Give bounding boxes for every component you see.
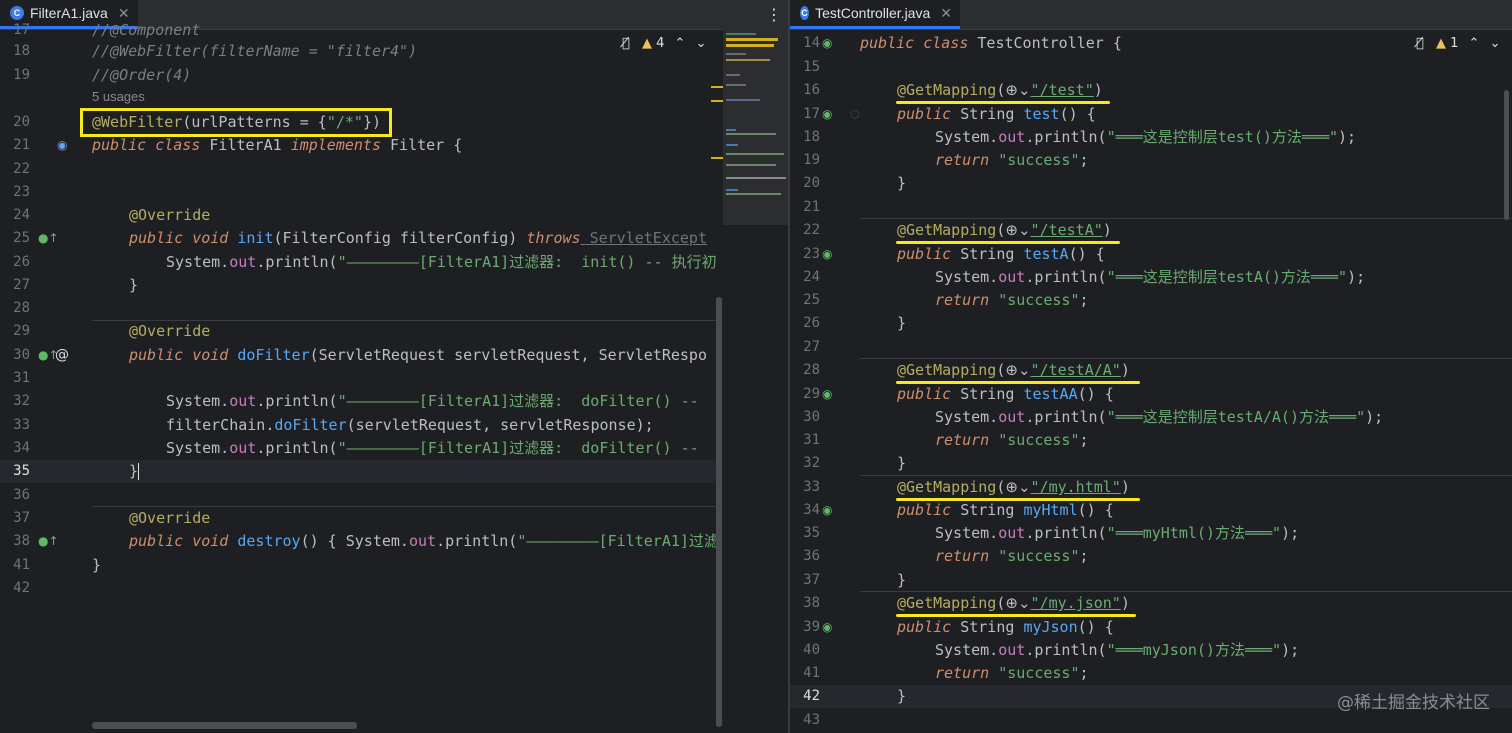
code-line: 14 ◉ public class TestController { xyxy=(790,32,1512,55)
warning-marker[interactable] xyxy=(711,100,723,102)
code-line: 25 return "success"; xyxy=(803,291,1089,309)
code-line: 25 ●↑ public void init(FilterConfig filt… xyxy=(0,227,788,250)
endpoint-icon[interactable]: ◉ xyxy=(822,616,832,639)
highlight-box-webfilter xyxy=(80,108,392,137)
code-line: 33 @GetMapping(⊕⌄"/my.html") xyxy=(803,478,1130,496)
code-line: 16 @GetMapping(⊕⌄"/test") xyxy=(803,81,1103,99)
code-line: 38 ●↑ public void destroy() { System.out… xyxy=(0,530,788,553)
code-line: 39 ◉ public String myJson() { xyxy=(790,616,1512,639)
code-line: 22 @GetMapping(⊕⌄"/testA") xyxy=(803,221,1112,239)
watermark: @稀土掘金技术社区 xyxy=(1337,693,1490,713)
globe-icon[interactable]: ⊕⌄ xyxy=(1005,221,1030,239)
code-line: 26 System.out.println("————————[FilterA1… xyxy=(13,253,717,271)
code-line: 38 @GetMapping(⊕⌄"/my.json") xyxy=(803,594,1130,612)
close-icon[interactable]: ✕ xyxy=(940,5,952,22)
highlight-underline xyxy=(896,101,1110,104)
java-class-icon: C xyxy=(800,6,810,20)
java-class-icon: C xyxy=(10,6,24,20)
code-line: 34 ◉ public String myHtml() { xyxy=(790,499,1512,522)
globe-icon[interactable]: ⊕⌄ xyxy=(1005,478,1030,496)
warning-marker[interactable] xyxy=(711,157,723,159)
code-line: 33 filterChain.doFilter(servletRequest, … xyxy=(13,416,654,434)
code-line: 34 System.out.println("————————[FilterA1… xyxy=(13,439,699,457)
minimap[interactable] xyxy=(723,29,788,225)
code-line: 30 ●↑ @ public void doFilter(ServletRequ… xyxy=(0,344,788,367)
spring-bean-icon[interactable]: ◉ xyxy=(822,32,832,55)
at-gutter-icon[interactable]: @ xyxy=(55,344,69,367)
horizontal-scrollbar[interactable] xyxy=(92,722,357,729)
code-line: 31 return "success"; xyxy=(803,431,1089,449)
text-caret xyxy=(138,463,139,480)
globe-icon[interactable]: ⊕⌄ xyxy=(1005,594,1030,612)
usages-hint[interactable]: 5 usages xyxy=(0,88,788,106)
endpoint-icon[interactable]: ◉ xyxy=(822,499,832,522)
code-line: 19 //@Order(4) xyxy=(13,66,192,84)
code-line: 32 } xyxy=(803,454,907,472)
globe-icon[interactable]: ⊕⌄ xyxy=(1005,361,1030,379)
code-line: 37 } xyxy=(803,571,907,589)
code-line: 27 } xyxy=(13,276,139,294)
code-line: 18 System.out.println("═══这是控制层test()方法═… xyxy=(803,128,1357,146)
editor-pane-filter: C FilterA1.java ✕ ⋮ 👁̸ ▲ 4 ⌃ ⌄ 17 //@Com… xyxy=(0,0,790,733)
code-line: 26 } xyxy=(803,314,907,332)
code-line: 37 @Override xyxy=(13,509,211,527)
code-line: 32 System.out.println("————————[FilterA1… xyxy=(13,392,699,410)
vertical-scrollbar[interactable] xyxy=(716,297,722,727)
code-line: 41 return "success"; xyxy=(803,664,1089,682)
code-line: 36 return "success"; xyxy=(803,547,1089,565)
code-line: 35 System.out.println("═══myHtml()方法═══"… xyxy=(803,524,1300,542)
globe-icon[interactable]: ⊕⌄ xyxy=(1005,81,1030,99)
code-line: 29 ◉ public String testAA() { xyxy=(790,383,1512,406)
code-line: 24 System.out.println("═══这是控制层testA()方法… xyxy=(803,268,1366,286)
endpoint-icon[interactable]: ◉ xyxy=(822,383,832,406)
endpoint-icon[interactable]: ◉ xyxy=(822,243,832,266)
code-line-current: 35 } xyxy=(13,462,139,480)
code-line: 24 @Override xyxy=(13,206,211,224)
code-line: 19 return "success"; xyxy=(803,151,1089,169)
code-line: 23 ◉ public String testA() { xyxy=(790,243,1512,266)
tab-testcontroller[interactable]: C TestController.java ✕ xyxy=(790,0,960,29)
tab-label: TestController.java xyxy=(815,5,931,21)
warning-marker[interactable] xyxy=(711,86,723,88)
highlight-underline xyxy=(896,381,1140,384)
highlight-underline xyxy=(896,614,1136,617)
highlight-underline xyxy=(896,498,1140,501)
code-line: 41 } xyxy=(13,556,102,574)
editor-tab-bar: C TestController.java ✕ xyxy=(790,0,1512,30)
code-line: 40 System.out.println("═══myJson()方法═══"… xyxy=(803,641,1300,659)
override-gutter-icon[interactable]: ●↑ xyxy=(38,530,59,553)
code-line: 20 } xyxy=(803,174,907,192)
code-line: 21 ◉ public class FilterA1 implements Fi… xyxy=(0,134,788,157)
code-line: 28 @GetMapping(⊕⌄"/testA/A") xyxy=(803,361,1130,379)
endpoint-icon[interactable]: ◉ xyxy=(822,103,832,126)
vertical-scrollbar[interactable] xyxy=(1504,90,1509,220)
code-line: 30 System.out.println("═══这是控制层testA/A()… xyxy=(803,408,1384,426)
override-gutter-icon[interactable]: ●↑ xyxy=(38,227,59,250)
code-line: 17 ◉ ⬡ public String test() { xyxy=(790,103,1512,126)
implement-gutter-icon[interactable]: ◉ xyxy=(57,134,67,157)
code-line: 18 //@WebFilter(filterName = "filter4") xyxy=(13,42,418,60)
editor-pane-controller: C TestController.java ✕ 👁̸ ▲ 1 ⌃ ⌄ 14 ◉ … xyxy=(790,0,1512,733)
highlight-underline xyxy=(896,241,1120,244)
code-line: 29 @Override xyxy=(13,322,211,340)
code-line: 17 //@Component xyxy=(13,21,201,39)
